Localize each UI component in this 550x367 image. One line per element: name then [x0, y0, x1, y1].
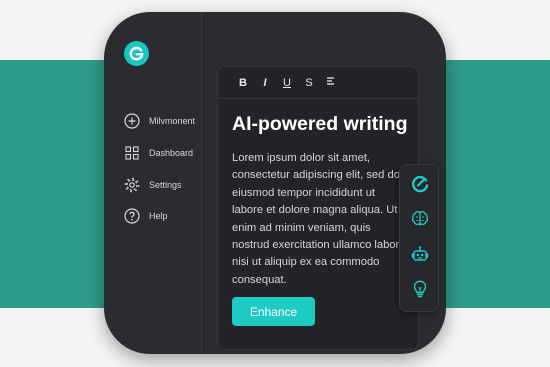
- editor-heading: AI-powered writing: [232, 113, 408, 135]
- editor-body-text[interactable]: Lorem ipsum dolor sit amet, consectetur …: [232, 150, 408, 289]
- sidebar-item-label: Help: [149, 211, 168, 221]
- robot-button[interactable]: [408, 244, 432, 268]
- italic-button[interactable]: I: [254, 74, 276, 92]
- formatting-toolbar: B I U S: [218, 67, 418, 99]
- robot-icon: [410, 244, 430, 269]
- sidebar-item-label: Dashboard: [149, 148, 194, 158]
- plus-circle-icon: [124, 113, 140, 129]
- grammar-check-icon: [410, 174, 430, 199]
- grid-icon: [124, 145, 140, 161]
- app-window: Milvmonent Dashboard Settings Help B I U: [104, 12, 446, 354]
- strikethrough-button[interactable]: S: [298, 74, 320, 92]
- sidebar-item-dashboard[interactable]: Dashboard: [124, 143, 193, 163]
- sidebar: Milvmonent Dashboard Settings Help: [104, 12, 202, 354]
- sidebar-item-label: Milvmonent: [149, 116, 196, 126]
- question-circle-icon: [124, 208, 140, 224]
- sidebar-item-settings[interactable]: Settings: [124, 175, 182, 195]
- gear-icon: [124, 177, 140, 193]
- sidebar-item-movement[interactable]: Milvmonent: [124, 111, 195, 131]
- enhance-button[interactable]: Enhance: [232, 297, 315, 326]
- sidebar-item-help[interactable]: Help: [124, 206, 168, 226]
- brain-icon: [410, 209, 430, 234]
- bold-button[interactable]: B: [232, 74, 254, 92]
- brain-button[interactable]: [408, 209, 432, 233]
- grammar-check-button[interactable]: [408, 174, 432, 198]
- editor-panel: B I U S AI-powered writing Lorem ipsum d…: [217, 66, 419, 350]
- underline-button[interactable]: U: [276, 74, 298, 92]
- list-icon: [326, 76, 336, 89]
- lightbulb-button[interactable]: [408, 279, 432, 303]
- list-button[interactable]: [320, 74, 342, 92]
- lightbulb-icon: [410, 279, 430, 304]
- sidebar-item-label: Settings: [149, 180, 182, 190]
- floating-tools-bar: [399, 164, 439, 312]
- grammar-logo-icon[interactable]: [124, 41, 149, 66]
